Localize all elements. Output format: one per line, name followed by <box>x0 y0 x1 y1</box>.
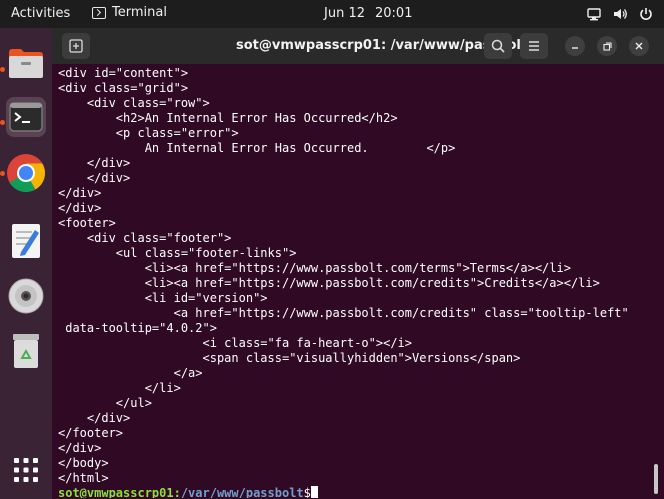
output-line: <div class="grid"> <box>58 81 189 95</box>
search-button[interactable] <box>484 33 512 59</box>
output-line: </footer> <box>58 426 124 440</box>
volume-icon <box>612 6 628 22</box>
output-line: <footer> <box>58 216 116 230</box>
clock-date: Jun 12 <box>324 6 365 21</box>
chrome-icon <box>7 154 46 193</box>
text-editor-app[interactable] <box>6 221 46 261</box>
app-menu[interactable]: Terminal <box>92 5 167 20</box>
output-line: <h2>An Internal Error Has Occurred</h2> <box>58 111 398 125</box>
output-line: data-tooltip="4.0.2"> <box>58 321 217 335</box>
output-line: <div class="footer"> <box>58 231 232 245</box>
output-line: <div id="content"> <box>58 66 189 80</box>
text-editor-icon <box>12 224 40 258</box>
terminal-app-icon <box>9 102 43 132</box>
output-line: </div> <box>58 411 131 425</box>
running-indicator <box>0 171 5 176</box>
output-line: </li> <box>58 381 181 395</box>
prompt-line[interactable]: sot@vmwpasscrp01:/var/www/passbolt$ <box>58 486 652 498</box>
output-line: </div> <box>58 201 102 215</box>
activities-button[interactable]: Activities <box>11 6 70 21</box>
output-line: <li id="version"> <box>58 291 268 305</box>
prompt-user: sot@vmwpasscrp01 <box>58 486 174 498</box>
output-line: </ul> <box>58 396 152 410</box>
system-tray[interactable] <box>586 6 654 22</box>
clock-time: 20:01 <box>375 6 413 21</box>
output-line: </div> <box>58 171 131 185</box>
output-line: <ul class="footer-links"> <box>58 246 297 260</box>
output-line: </a> <box>58 366 203 380</box>
output-line: </html> <box>58 471 109 485</box>
app-name: Terminal <box>112 5 167 20</box>
network-icon <box>586 6 602 22</box>
files-app[interactable] <box>6 43 46 83</box>
prompt-symbol: $ <box>303 486 311 498</box>
output-line: </div> <box>58 156 131 170</box>
running-indicator <box>0 120 5 125</box>
clock[interactable]: Jun 12 20:01 <box>324 6 412 21</box>
terminal-window: sot@vmwpasscrp01: /var/www/passbolt <div… <box>52 28 664 499</box>
trash-app[interactable] <box>6 331 46 371</box>
output-line: <a href="https://www.passbolt.com/credit… <box>58 306 629 320</box>
disc-icon <box>8 278 44 314</box>
output-line: <span class="visuallyhidden">Versions</s… <box>58 351 521 365</box>
chrome-app[interactable] <box>6 153 46 193</box>
text-cursor <box>310 486 318 498</box>
menu-button[interactable] <box>520 33 548 59</box>
output-line: <li><a href="https://www.passbolt.com/te… <box>58 261 571 275</box>
close-icon <box>635 42 643 50</box>
power-icon <box>638 6 654 22</box>
disc-app[interactable] <box>6 276 46 316</box>
output-line: </div> <box>58 441 102 455</box>
window-headerbar[interactable]: sot@vmwpasscrp01: /var/www/passbolt <box>52 28 664 64</box>
terminal-app[interactable] <box>6 97 46 137</box>
show-apps-button[interactable] <box>6 450 46 490</box>
maximize-button[interactable] <box>597 36 617 56</box>
minimize-button[interactable] <box>565 36 585 56</box>
new-tab-button[interactable] <box>62 33 90 59</box>
minimize-icon <box>572 47 578 49</box>
search-icon <box>491 39 505 53</box>
output-line: <div class="row"> <box>58 96 210 110</box>
scrollbar[interactable] <box>654 464 658 494</box>
terminal-icon <box>92 6 106 19</box>
prompt-path: /var/www/passbolt <box>180 486 304 498</box>
output-line: <li><a href="https://www.passbolt.com/cr… <box>58 276 600 290</box>
output-line: </div> <box>58 186 102 200</box>
files-icon <box>9 49 43 78</box>
hamburger-icon <box>529 41 539 51</box>
top-bar: Activities Terminal Jun 12 20:01 <box>0 0 664 28</box>
output-line: <i class="fa fa-heart-o"></i> <box>58 336 413 350</box>
new-tab-icon <box>69 39 83 53</box>
dock <box>0 28 52 499</box>
trash-icon <box>13 334 39 368</box>
output-line: </body> <box>58 456 109 470</box>
prompt-separator: : <box>173 486 181 498</box>
app-grid-icon <box>14 458 38 482</box>
output-line: An Internal Error Has Occurred. </p> <box>58 141 456 155</box>
running-indicator <box>0 67 5 72</box>
output-line: <p class="error"> <box>58 126 239 140</box>
close-button[interactable] <box>629 36 649 56</box>
terminal-output[interactable]: <div id="content"> <div class="grid"> <d… <box>58 66 652 498</box>
restore-icon <box>602 41 612 51</box>
